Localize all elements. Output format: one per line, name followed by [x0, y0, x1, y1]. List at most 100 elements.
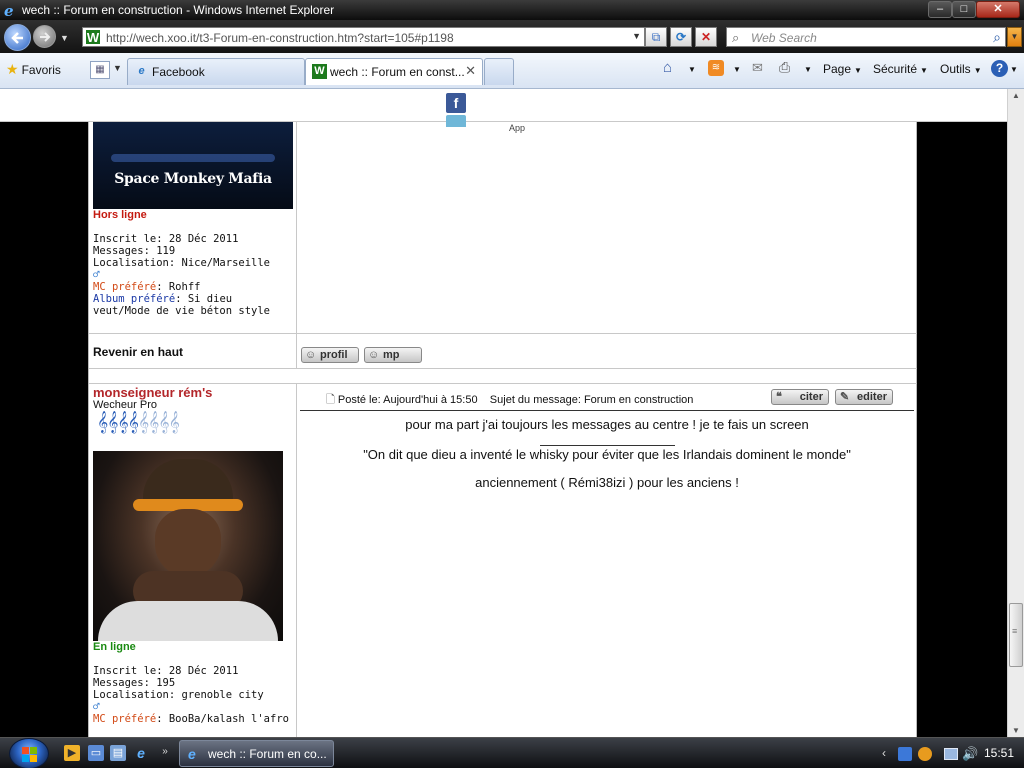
tab-label: Facebook: [152, 65, 205, 79]
edit-button[interactable]: ✎ editer: [835, 389, 893, 405]
column-divider: [296, 122, 297, 368]
facebook-share-icon[interactable]: f: [446, 93, 466, 113]
chevron-down-icon: ▼: [854, 66, 862, 75]
rss-feed-icon[interactable]: ≋: [708, 60, 724, 76]
address-bar[interactable]: W http://wech.xoo.it/t3-Forum-en-constru…: [82, 27, 645, 47]
rank-notes: 𝄞𝄞𝄞𝄞𝄞𝄞𝄞𝄞: [97, 412, 180, 434]
location: Localisation: grenoble city: [93, 689, 264, 701]
post-date: Posté le: Aujourd'hui à 15:50: [337, 394, 478, 406]
search-box[interactable]: ⌕ Web Search ⌕: [726, 27, 1006, 47]
home-icon[interactable]: ⌂: [663, 59, 672, 76]
chevron-down-icon: ▼: [973, 66, 982, 75]
search-options-dropdown-icon[interactable]: ▼: [1007, 27, 1022, 47]
window-title: wech :: Forum en construction - Windows …: [22, 3, 335, 17]
start-button[interactable]: [9, 738, 49, 768]
network-icon[interactable]: [944, 748, 958, 760]
tab-wech[interactable]: W wech :: Forum en const... ✕: [305, 58, 483, 85]
forward-button[interactable]: [33, 25, 56, 48]
mail-icon[interactable]: ✉: [752, 60, 763, 76]
tab-list-dropdown-icon[interactable]: ▼: [113, 63, 122, 73]
tools-menu-label: Outils: [940, 62, 971, 76]
twitter-share-icon[interactable]: [446, 115, 466, 127]
help-icon[interactable]: ?: [991, 60, 1008, 77]
taskbar-ie-window[interactable]: e wech :: Forum en co...: [179, 740, 334, 767]
private-message-button[interactable]: ☺ mp: [364, 347, 422, 363]
maximize-button[interactable]: □: [952, 1, 976, 18]
tools-menu[interactable]: Outils ▼: [940, 62, 982, 76]
vertical-scrollbar[interactable]: ▲ ▼: [1007, 89, 1024, 737]
message-count: Messages: 195: [93, 677, 176, 689]
print-dropdown-icon[interactable]: ▼: [804, 65, 812, 74]
tray-app-icon[interactable]: [918, 747, 932, 761]
feeds-dropdown-icon[interactable]: ▼: [733, 65, 741, 74]
close-tab-icon[interactable]: ✕: [465, 63, 476, 79]
site-favicon-icon: W: [85, 29, 101, 45]
join-date: Inscrit le: 28 Déc 2011: [93, 233, 239, 245]
favorites-button[interactable]: ★ Favoris: [6, 61, 61, 78]
tray-app-icon[interactable]: [898, 747, 912, 761]
show-hidden-icons-icon[interactable]: ‹: [882, 746, 886, 760]
new-tab-button[interactable]: [484, 58, 514, 85]
forward-arrow-icon: [40, 32, 51, 42]
banner-text: Space Monkey Mafia: [114, 171, 272, 187]
show-desktop-icon[interactable]: ▭: [88, 745, 104, 761]
signature-line: anciennement ( Rémi38izi ) pour les anci…: [475, 475, 739, 490]
scroll-down-icon[interactable]: ▼: [1012, 726, 1020, 735]
switch-windows-icon[interactable]: ▤: [110, 745, 126, 761]
home-dropdown-icon[interactable]: ▼: [688, 65, 696, 74]
close-window-button[interactable]: ✕: [976, 1, 1020, 18]
minimize-button[interactable]: –: [928, 1, 952, 18]
user-banner-image: Space Monkey Mafia: [93, 122, 293, 209]
post-header: 🗋 Posté le: Aujourd'hui à 15:50 Sujet du …: [326, 391, 693, 410]
back-to-top-link[interactable]: Revenir en haut: [93, 345, 183, 359]
address-url[interactable]: http://wech.xoo.it/t3-Forum-en-construct…: [106, 31, 454, 45]
music-note-icon: 𝄞: [127, 412, 139, 433]
back-button[interactable]: [4, 24, 31, 51]
join-date: Inscrit le: 28 Déc 2011: [93, 665, 239, 677]
page-menu[interactable]: Page ▼: [823, 62, 862, 76]
post-subject: Sujet du message: Forum en construction: [489, 394, 694, 406]
favorites-bar: ★ Favoris ▦ ▼ e Facebook W wech :: Forum …: [0, 53, 1024, 89]
music-note-icon: 𝄞: [158, 412, 169, 433]
chevron-down-icon: ▼: [920, 66, 928, 75]
page-viewport: f Space Monkey Mafia App Hors ligne Insc…: [0, 89, 1007, 737]
quote-button[interactable]: ❝ citer: [771, 389, 829, 405]
message-count: Messages: 119: [93, 245, 176, 257]
favorites-label: Favoris: [21, 63, 61, 77]
site-favicon-icon: W: [312, 64, 327, 79]
profile-button-label: profil: [320, 349, 348, 361]
search-placeholder[interactable]: Web Search: [751, 31, 817, 45]
scrollbar-thumb[interactable]: [1009, 603, 1023, 667]
windows-logo-icon: [22, 747, 37, 762]
post-text-line: pour ma part j'ai toujours les messages …: [405, 417, 809, 432]
search-icon[interactable]: ⌕: [993, 29, 1001, 46]
print-icon[interactable]: ⎙: [779, 59, 790, 76]
profile-button[interactable]: ☺ profil: [301, 347, 359, 363]
clock[interactable]: 15:51: [984, 746, 1014, 760]
forum-content: Space Monkey Mafia App Hors ligne Inscri…: [88, 89, 917, 737]
address-dropdown-icon[interactable]: ▼: [632, 31, 641, 41]
signature-separator: [540, 445, 675, 446]
author-username[interactable]: monseigneur rém's: [93, 385, 212, 400]
media-player-icon[interactable]: ▶: [64, 745, 80, 761]
music-note-icon: 𝄞: [97, 412, 108, 433]
volume-icon[interactable]: 🔊: [962, 746, 978, 762]
security-menu[interactable]: Sécurité ▼: [873, 62, 928, 76]
user-icon: ☺: [305, 349, 317, 361]
more-quicklaunch-icon[interactable]: »: [157, 744, 173, 760]
recent-pages-dropdown-icon[interactable]: ▼: [60, 33, 69, 43]
album-label: Album préféré: [93, 293, 176, 305]
task-label: wech :: Forum en co...: [208, 747, 327, 761]
internet-explorer-icon[interactable]: e: [133, 745, 149, 761]
online-status: En ligne: [93, 641, 136, 653]
security-menu-label: Sécurité: [873, 62, 918, 76]
music-note-icon: 𝄞: [117, 412, 128, 433]
scroll-up-icon[interactable]: ▲: [1012, 91, 1020, 100]
refresh-button[interactable]: ⟳: [670, 27, 692, 47]
tab-facebook[interactable]: e Facebook: [127, 58, 305, 85]
quick-tabs-icon[interactable]: ▦: [90, 61, 110, 79]
back-arrow-icon: [11, 32, 23, 44]
stop-button[interactable]: ✕: [695, 27, 717, 47]
help-dropdown-icon[interactable]: ▼: [1010, 65, 1018, 74]
compatibility-view-button[interactable]: ⧉: [645, 27, 667, 47]
